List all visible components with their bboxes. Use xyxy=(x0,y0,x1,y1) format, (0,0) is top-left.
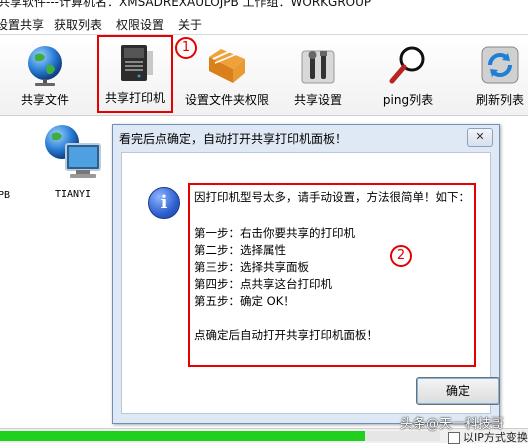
share-settings-button[interactable]: 共享设置 xyxy=(286,39,350,109)
share-printer-button[interactable]: 共享打印机 xyxy=(97,35,173,113)
menu-item-permissions[interactable]: 权限设置 xyxy=(116,17,164,33)
menu-item-share-settings[interactable]: 设置共享 xyxy=(0,17,44,33)
share-files-button[interactable]: 共享文件 xyxy=(12,39,78,109)
refresh-icon xyxy=(478,43,522,87)
window-title-bar: 共享软件---计算机名：XMSADREXAULOJPB 工作组：WORKGROU… xyxy=(0,0,528,16)
ping-list-button[interactable]: ping列表 xyxy=(376,39,440,109)
device-label: TIANYI xyxy=(54,189,92,200)
menu-item-get-list[interactable]: 获取列表 xyxy=(54,17,102,33)
message-dialog: 看完后点确定，自动打开共享打印机面板！ ✕ i 因打印机型号太多，请手动设置，方… xyxy=(112,124,500,424)
watermark: 头条@天一科技哥 xyxy=(400,417,505,432)
share-files-label: 共享文件 xyxy=(20,93,69,107)
ip-mode-label: 以IP方式变换 xyxy=(463,431,528,444)
annotation-marker-2: 2 xyxy=(390,245,412,267)
share-printer-label: 共享打印机 xyxy=(104,91,165,105)
info-icon: i xyxy=(148,187,180,219)
folder-permissions-button[interactable]: 设置文件夹权限 xyxy=(182,39,272,109)
refresh-list-button[interactable]: 刷新列表 xyxy=(468,39,528,109)
message-line: 第四步：点共享这台打印机 xyxy=(194,277,332,291)
progress-bar xyxy=(0,431,440,441)
device-item[interactable]: TIANYI xyxy=(42,122,104,200)
folder-permissions-label: 设置文件夹权限 xyxy=(184,93,269,107)
magnifier-icon xyxy=(386,43,430,87)
message-line: 第五步：确定 OK！ xyxy=(194,294,295,308)
window-title: 共享软件---计算机名：XMSADREXAULOJPB 工作组：WORKGROU… xyxy=(0,0,372,9)
device-label: PB xyxy=(0,190,11,201)
message-highlight-box: 因打印机型号太多，请手动设置，方法很简单！如下： 第一步：右击你要共享的打印机 … xyxy=(188,183,476,367)
ok-button[interactable]: 确定 xyxy=(416,377,500,405)
progress-fill xyxy=(0,431,366,441)
checkbox-box[interactable] xyxy=(448,432,460,444)
dialog-body: i 因打印机型号太多，请手动设置，方法很简单！如下： 第一步：右击你要共享的打印… xyxy=(121,152,491,414)
message-line: 因打印机型号太多，请手动设置，方法很简单！如下： xyxy=(194,190,470,204)
share-settings-label: 共享设置 xyxy=(293,93,342,107)
refresh-list-label: 刷新列表 xyxy=(475,93,524,107)
folder-icon xyxy=(205,43,249,87)
globe-icon xyxy=(23,43,67,87)
printer-icon xyxy=(113,41,157,85)
ping-list-label: ping列表 xyxy=(382,93,434,107)
message-line: 第三步：选择共享面板 xyxy=(194,260,309,274)
message-line: 第一步：右击你要共享的打印机 xyxy=(194,226,355,240)
message-line: 第二步：选择属性 xyxy=(194,243,286,257)
toolbar: 共享文件 共享打印机 1 设置文件夹权限 共享设置 ping列表 刷新列表 xyxy=(0,35,528,116)
dialog-title: 看完后点确定，自动打开共享打印机面板！ xyxy=(119,132,348,146)
device-item[interactable]: PB xyxy=(0,188,14,201)
dialog-close-button[interactable]: ✕ xyxy=(467,128,493,147)
computer-globe-icon xyxy=(42,122,104,187)
menu-bar: 设置共享 获取列表 权限设置 关于 xyxy=(0,16,528,35)
message-line: 点确定后自动打开共享打印机面板！ xyxy=(194,328,378,342)
menu-item-about[interactable]: 关于 xyxy=(178,17,202,33)
tools-icon xyxy=(296,43,340,87)
